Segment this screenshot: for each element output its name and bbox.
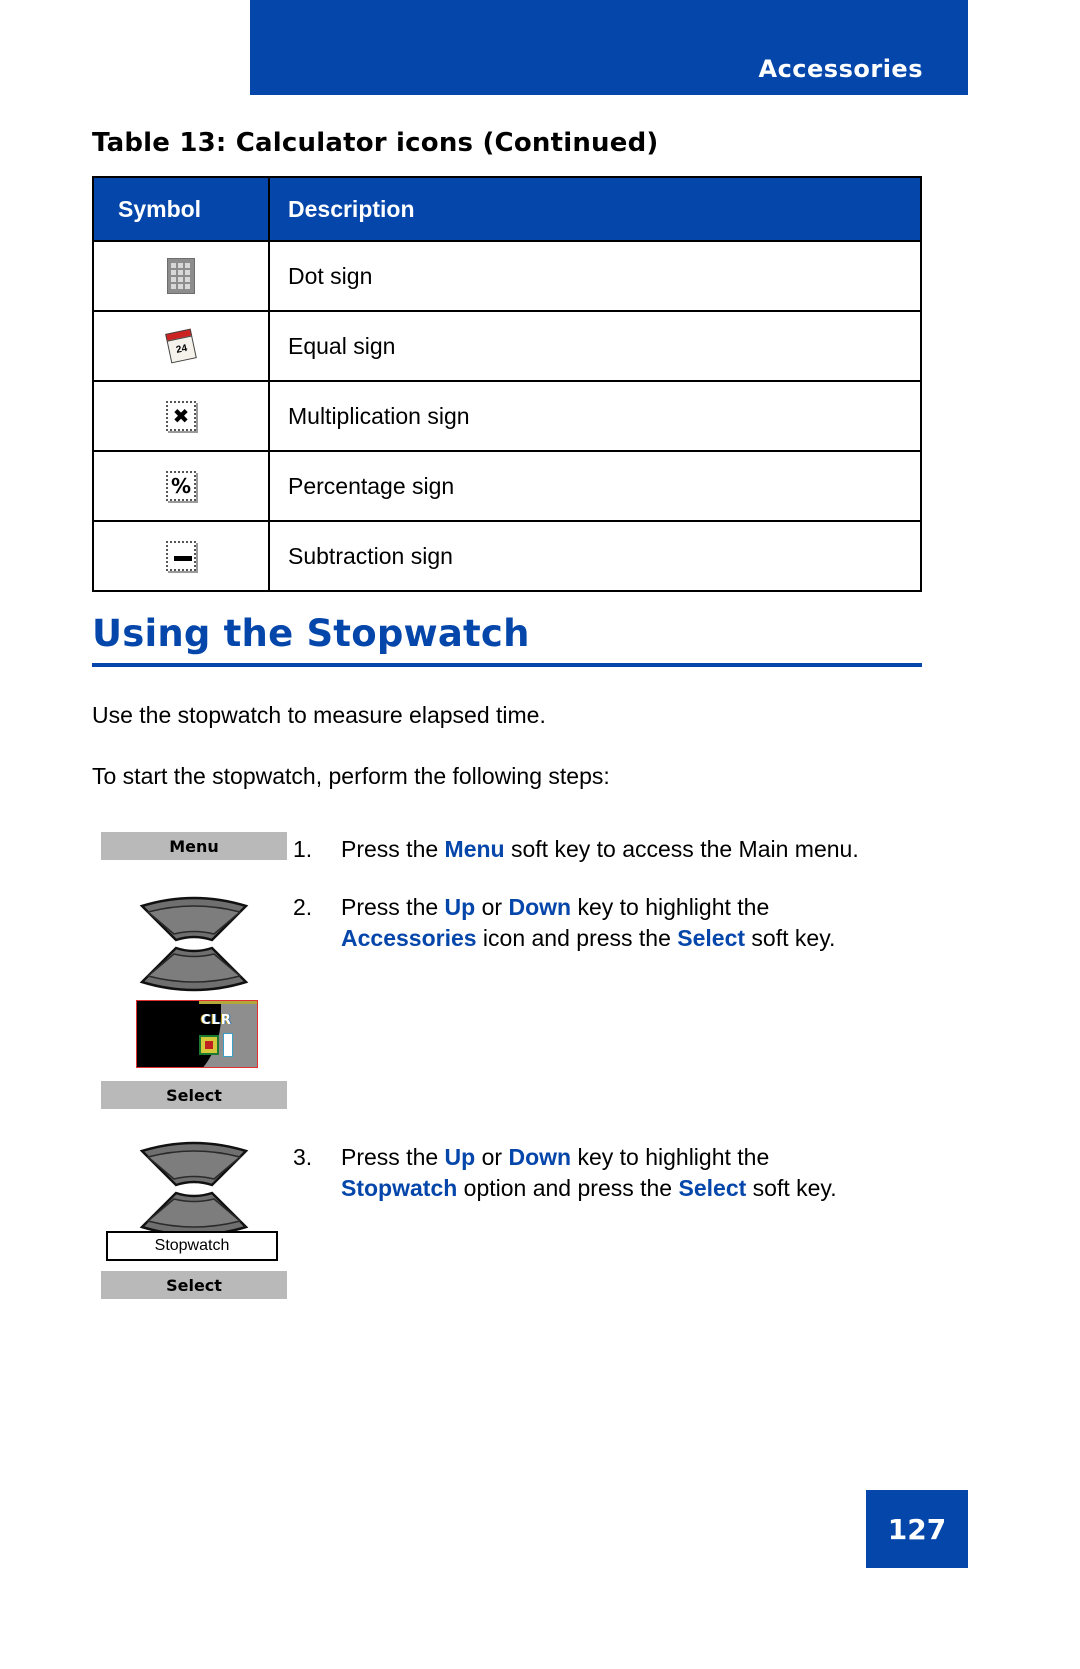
step-1-menu-keyword: Menu (444, 836, 505, 862)
column-header-description: Description (268, 176, 922, 242)
step-3-pre: Press the (341, 1144, 445, 1170)
step-3-or: or (475, 1144, 509, 1170)
subtraction-icon (166, 541, 196, 571)
step-2-pre: Press the (341, 894, 445, 920)
step-1-text: Press the Menu soft key to access the Ma… (341, 834, 943, 865)
page-header-band: Accessories (250, 0, 968, 95)
description-cell: Multiplication sign (268, 380, 922, 452)
step-2-down-keyword: Down (508, 894, 572, 920)
step-1-post: soft key to access the Main menu. (504, 836, 859, 862)
header-title: Accessories (758, 55, 923, 83)
symbol-cell: ✖ (92, 380, 270, 452)
symbol-cell (92, 240, 270, 312)
step-2-line2-post: soft key. (745, 925, 836, 951)
menu-soft-key[interactable]: Menu (101, 832, 287, 860)
multiplication-icon: ✖ (166, 401, 196, 431)
step-3-select-keyword: Select (678, 1175, 747, 1201)
step-3-stopwatch-keyword: Stopwatch (341, 1175, 458, 1201)
step-1-number: 1. (293, 836, 313, 862)
step-2-line2-mid: icon and press the (476, 925, 678, 951)
step-2-line1-post: key to highlight the (571, 894, 770, 920)
symbol-cell (92, 520, 270, 592)
step-2-number: 2. (293, 894, 313, 920)
intro-paragraph-1: Use the stopwatch to measure elapsed tim… (92, 702, 546, 728)
step-3-line2-post: soft key. (746, 1175, 837, 1201)
table-row: 24 Equal sign (92, 310, 922, 382)
description-cell: Equal sign (268, 310, 922, 382)
step-3-down-keyword: Down (508, 1144, 572, 1170)
stopwatch-option-box[interactable]: Stopwatch (106, 1231, 278, 1261)
symbol-cell: % (92, 450, 270, 522)
step-2-accessories-keyword: Accessories (341, 925, 477, 951)
step-2-or: or (475, 894, 509, 920)
calendar-day: 24 (166, 335, 197, 364)
step-3-up-keyword: Up (444, 1144, 476, 1170)
intro-paragraph-2: To start the stopwatch, perform the foll… (92, 763, 610, 789)
screen-black-region (137, 1001, 221, 1067)
calendar-icon: 24 (165, 328, 197, 364)
table-row: % Percentage sign (92, 450, 922, 522)
step-3-line1-post: key to highlight the (571, 1144, 770, 1170)
section-heading-rule (92, 663, 922, 667)
step-3: 3. Press the Up or Down key to highlight… (293, 1142, 893, 1204)
table-row: ✖ Multiplication sign (92, 380, 922, 452)
accessories-icon (199, 1035, 219, 1055)
step-2-select-keyword: Select (677, 925, 746, 951)
page-footer-band: 127 (866, 1490, 968, 1568)
percentage-glyph: % (170, 474, 192, 498)
multiplication-glyph: ✖ (172, 404, 190, 428)
select-soft-key-step2[interactable]: Select (101, 1081, 287, 1109)
table-caption: Table 13: Calculator icons (Continued) (92, 128, 659, 158)
percentage-icon: % (166, 471, 196, 501)
calculator-icons-table: Symbol Description Dot sign 24 Equal sig… (92, 176, 922, 592)
step-3-line2-mid: option and press the (457, 1175, 679, 1201)
step-2: 2. Press the Up or Down key to highlight… (293, 892, 893, 954)
select-soft-key-step3[interactable]: Select (101, 1271, 287, 1299)
step-3-text: Press the Up or Down key to highlight th… (341, 1142, 893, 1204)
column-header-symbol: Symbol (92, 176, 270, 242)
table-row: Subtraction sign (92, 520, 922, 592)
symbol-cell: 24 (92, 310, 270, 382)
section-heading: Using the Stopwatch (92, 612, 530, 655)
screen-top-line (199, 1001, 257, 1004)
page-number: 127 (887, 1512, 947, 1546)
description-cell: Percentage sign (268, 450, 922, 522)
screen-clr-label: CLR (201, 1013, 232, 1028)
up-down-navigation-keys-icon (139, 1141, 249, 1237)
step-1-pre: Press the (341, 836, 445, 862)
screen-scroll-bar (223, 1033, 233, 1057)
minus-bar (174, 556, 192, 561)
step-2-up-keyword: Up (444, 894, 476, 920)
step-3-number: 3. (293, 1144, 313, 1170)
phone-screen-thumbnail: CLR (136, 1000, 258, 1068)
up-down-navigation-keys-icon (139, 896, 249, 992)
description-cell: Subtraction sign (268, 520, 922, 592)
step-1: 1. Press the Menu soft key to access the… (293, 834, 943, 865)
step-2-text: Press the Up or Down key to highlight th… (341, 892, 893, 954)
description-cell: Dot sign (268, 240, 922, 312)
keypad-icon (167, 258, 195, 294)
table-row: Dot sign (92, 240, 922, 312)
table-header-row: Symbol Description (92, 176, 922, 242)
